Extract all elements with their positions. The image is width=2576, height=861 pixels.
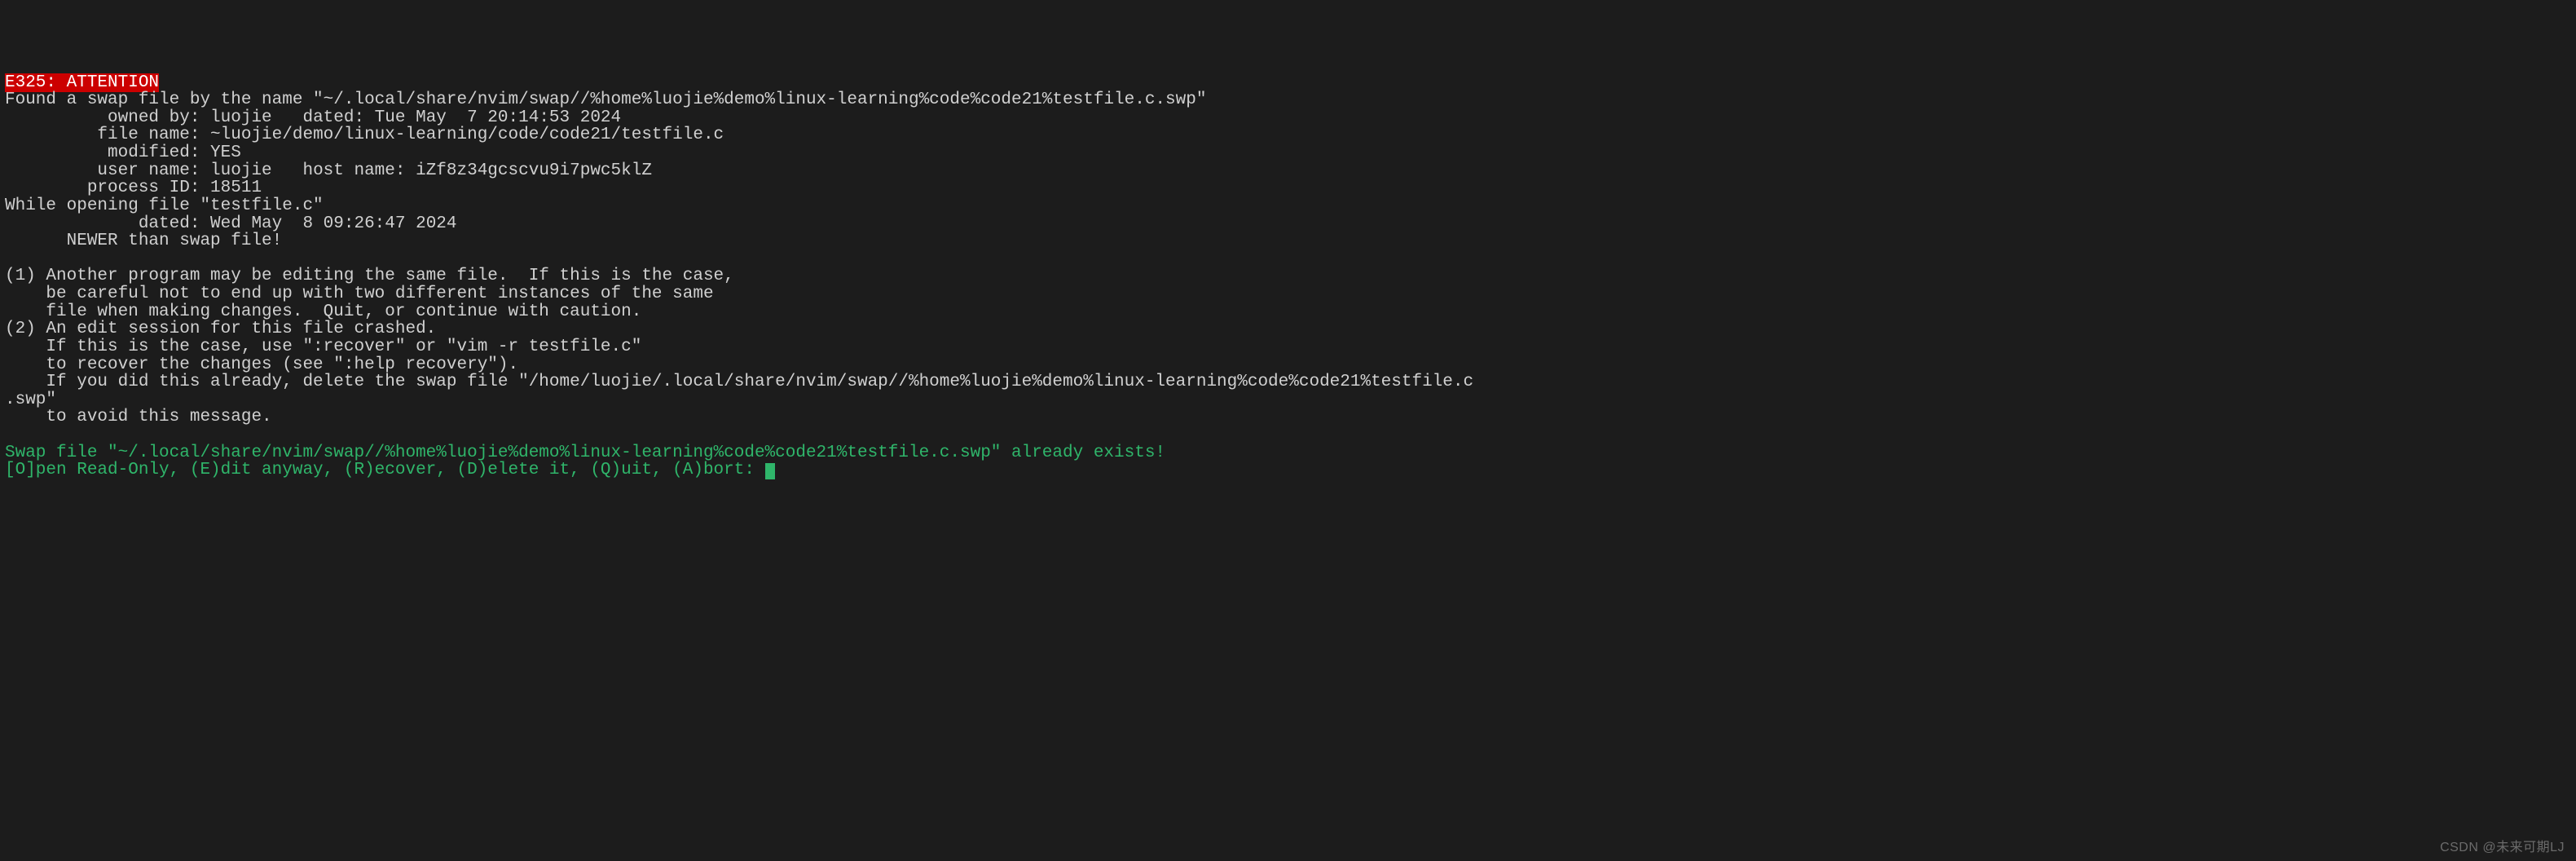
scenario2-line2: If this is the case, use ":recover" or "… — [5, 338, 641, 356]
user-name-value: luojie host name: iZf8z34gcscvu9i7pwc5kl… — [210, 161, 652, 180]
swap-exists-line: Swap file "~/.local/share/nvim/swap//%ho… — [5, 444, 1165, 462]
found-swap-line: Found a swap file by the name "~/.local/… — [5, 91, 1206, 109]
owned-by-value: luojie dated: Tue May 7 20:14:53 2024 — [210, 108, 621, 127]
modified-label: modified: — [5, 144, 210, 162]
scenario2-line1: (2) An edit session for this file crashe… — [5, 320, 436, 338]
process-id-value: 18511 — [210, 179, 262, 197]
modified-value: YES — [210, 144, 241, 162]
prompt-line[interactable]: [O]pen Read-Only, (E)dit anyway, (R)ecov… — [5, 461, 765, 479]
scenario2-line3: to recover the changes (see ":help recov… — [5, 355, 518, 374]
file-name-value: ~luojie/demo/linux-learning/code/code21/… — [210, 126, 724, 144]
dated-value: Wed May 8 09:26:47 2024 — [210, 214, 456, 233]
scenario2-line6: to avoid this message. — [5, 408, 272, 426]
scenario1-line3: file when making changes. Quit, or conti… — [5, 302, 641, 321]
scenario1-line2: be careful not to end up with two differ… — [5, 285, 714, 303]
process-id-label: process ID: — [5, 179, 210, 197]
while-opening-line: While opening file "testfile.c" — [5, 196, 324, 215]
scenario2-line5: .swp" — [5, 391, 56, 409]
scenario1-line1: (1) Another program may be editing the s… — [5, 267, 734, 285]
file-name-label: file name: — [5, 126, 210, 144]
error-header: E325: ATTENTION — [5, 73, 159, 92]
cursor-icon — [765, 463, 775, 479]
scenario2-line4: If you did this already, delete the swap… — [5, 373, 1473, 391]
dated-label: dated: — [5, 214, 210, 233]
owned-by-label: owned by: — [5, 108, 210, 127]
newer-line: NEWER than swap file! — [5, 232, 282, 250]
user-name-label: user name: — [5, 161, 210, 180]
watermark-text: CSDN @未来可期LJ — [2440, 841, 2565, 854]
